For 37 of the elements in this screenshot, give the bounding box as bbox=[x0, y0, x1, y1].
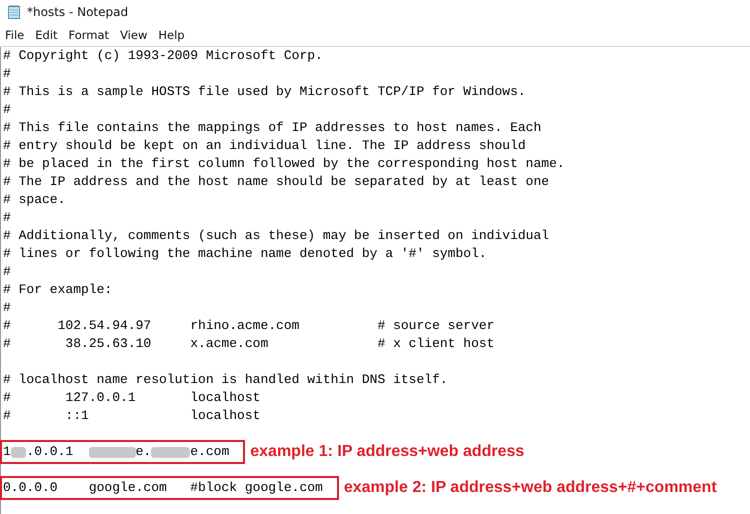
blurred-text bbox=[10, 446, 26, 458]
menu-item[interactable]: File bbox=[1, 26, 28, 44]
menu-item[interactable]: Format bbox=[64, 26, 114, 44]
code-line: # Additionally, comments (such as these) may be inserted on individual bbox=[3, 227, 550, 245]
menu-item[interactable]: View bbox=[116, 26, 152, 44]
code-text: e.com bbox=[190, 443, 230, 461]
code-line: # This is a sample HOSTS file used by Microsoft TCP/IP for Windows. bbox=[3, 83, 526, 101]
menu-item[interactable]: Edit bbox=[31, 26, 62, 44]
code-text: 1 bbox=[3, 443, 11, 461]
window-title: *hosts - Notepad bbox=[27, 5, 128, 19]
blurred-text bbox=[88, 446, 136, 458]
code-line: # For example: bbox=[3, 281, 112, 299]
code-line: # bbox=[3, 65, 11, 83]
code-line: # bbox=[3, 263, 11, 281]
code-line: # entry should be kept on an individual line. The IP address should bbox=[3, 137, 526, 155]
code-line: # This file contains the mappings of IP addresses to host names. Each bbox=[3, 119, 542, 137]
code-text: .0.0.1 bbox=[26, 443, 74, 461]
annotation-label: example 2: IP address+web address+#+comment bbox=[344, 479, 717, 497]
code-line: # 102.54.94.97 rhino.acme.com # source server bbox=[3, 317, 494, 335]
code-line: # space. bbox=[3, 191, 66, 209]
code-line: # 38.25.63.10 x.acme.com # x client host bbox=[3, 335, 494, 353]
annotation-label: example 1: IP address+web address bbox=[250, 443, 524, 461]
code-line: # localhost name resolution is handled within DNS itself. bbox=[3, 371, 448, 389]
code-line: # lines or following the machine name denoted by a '#' symbol. bbox=[3, 245, 487, 263]
code-line: 0.0.0.0 google.com #block google.com bbox=[3, 479, 323, 497]
blurred-text bbox=[151, 446, 190, 458]
code-line: # bbox=[3, 209, 11, 227]
code-line: # Copyright (c) 1993-2009 Microsoft Corp. bbox=[3, 47, 323, 65]
code-line: # 127.0.0.1 localhost bbox=[3, 389, 260, 407]
code-line: # bbox=[3, 101, 11, 119]
code-line: # bbox=[3, 299, 11, 317]
code-line: # ::1 localhost bbox=[3, 407, 260, 425]
code-line: # be placed in the first column followed by the corresponding host name. bbox=[3, 155, 565, 173]
code-line: # The IP address and the host name should be separated by at least one bbox=[3, 173, 550, 191]
menu-item[interactable]: Help bbox=[154, 26, 189, 44]
notepad-icon bbox=[8, 5, 20, 19]
code-text: e. bbox=[136, 443, 152, 461]
